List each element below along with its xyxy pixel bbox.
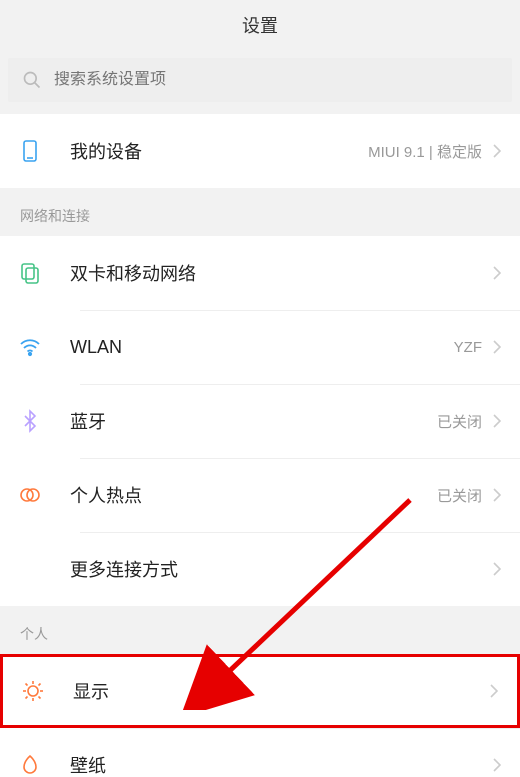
wifi-icon — [18, 335, 64, 359]
section-header-personal: 个人 — [0, 606, 520, 654]
row-label: 双卡和移动网络 — [64, 260, 492, 286]
row-more-connections[interactable]: 更多连接方式 — [0, 532, 520, 606]
bluetooth-icon — [18, 409, 64, 433]
row-value: 已关闭 — [437, 485, 482, 506]
chevron-right-icon — [492, 487, 502, 503]
personal-group: 显示 壁纸 — [0, 654, 520, 777]
row-value: 已关闭 — [437, 411, 482, 432]
header: 设置 — [0, 0, 520, 50]
sim-icon — [18, 261, 64, 285]
row-label: 我的设备 — [64, 138, 368, 164]
search-icon — [22, 70, 42, 90]
page-title: 设置 — [242, 12, 278, 38]
row-value: MIUI 9.1 | 稳定版 — [368, 141, 482, 162]
chevron-right-icon — [492, 143, 502, 159]
row-hotspot[interactable]: 个人热点 已关闭 — [0, 458, 520, 532]
chevron-right-icon — [489, 683, 499, 699]
chevron-right-icon — [492, 413, 502, 429]
row-wlan[interactable]: WLAN YZF — [0, 310, 520, 384]
row-label: 壁纸 — [64, 752, 492, 777]
row-bluetooth[interactable]: 蓝牙 已关闭 — [0, 384, 520, 458]
row-display[interactable]: 显示 — [0, 654, 520, 728]
more-icon — [18, 557, 64, 581]
brightness-icon — [21, 679, 67, 703]
section-header-network: 网络和连接 — [0, 188, 520, 236]
network-group: 双卡和移动网络 WLAN YZF 蓝牙 已关闭 个人热点 已关闭 — [0, 236, 520, 606]
chevron-right-icon — [492, 265, 502, 281]
device-group: 我的设备 MIUI 9.1 | 稳定版 — [0, 114, 520, 188]
row-label: 更多连接方式 — [64, 556, 492, 582]
row-label: 显示 — [67, 678, 489, 704]
row-wallpaper[interactable]: 壁纸 — [0, 728, 520, 777]
search-input[interactable] — [54, 71, 498, 89]
row-my-device[interactable]: 我的设备 MIUI 9.1 | 稳定版 — [0, 114, 520, 188]
chevron-right-icon — [492, 339, 502, 355]
row-sim[interactable]: 双卡和移动网络 — [0, 236, 520, 310]
search-bar[interactable] — [8, 58, 512, 102]
row-label: 蓝牙 — [64, 408, 437, 434]
row-label: WLAN — [64, 337, 454, 358]
wallpaper-icon — [18, 753, 64, 777]
device-icon — [18, 139, 64, 163]
row-value: YZF — [454, 339, 482, 356]
chevron-right-icon — [492, 561, 502, 577]
hotspot-icon — [18, 483, 64, 507]
row-label: 个人热点 — [64, 482, 437, 508]
chevron-right-icon — [492, 757, 502, 773]
